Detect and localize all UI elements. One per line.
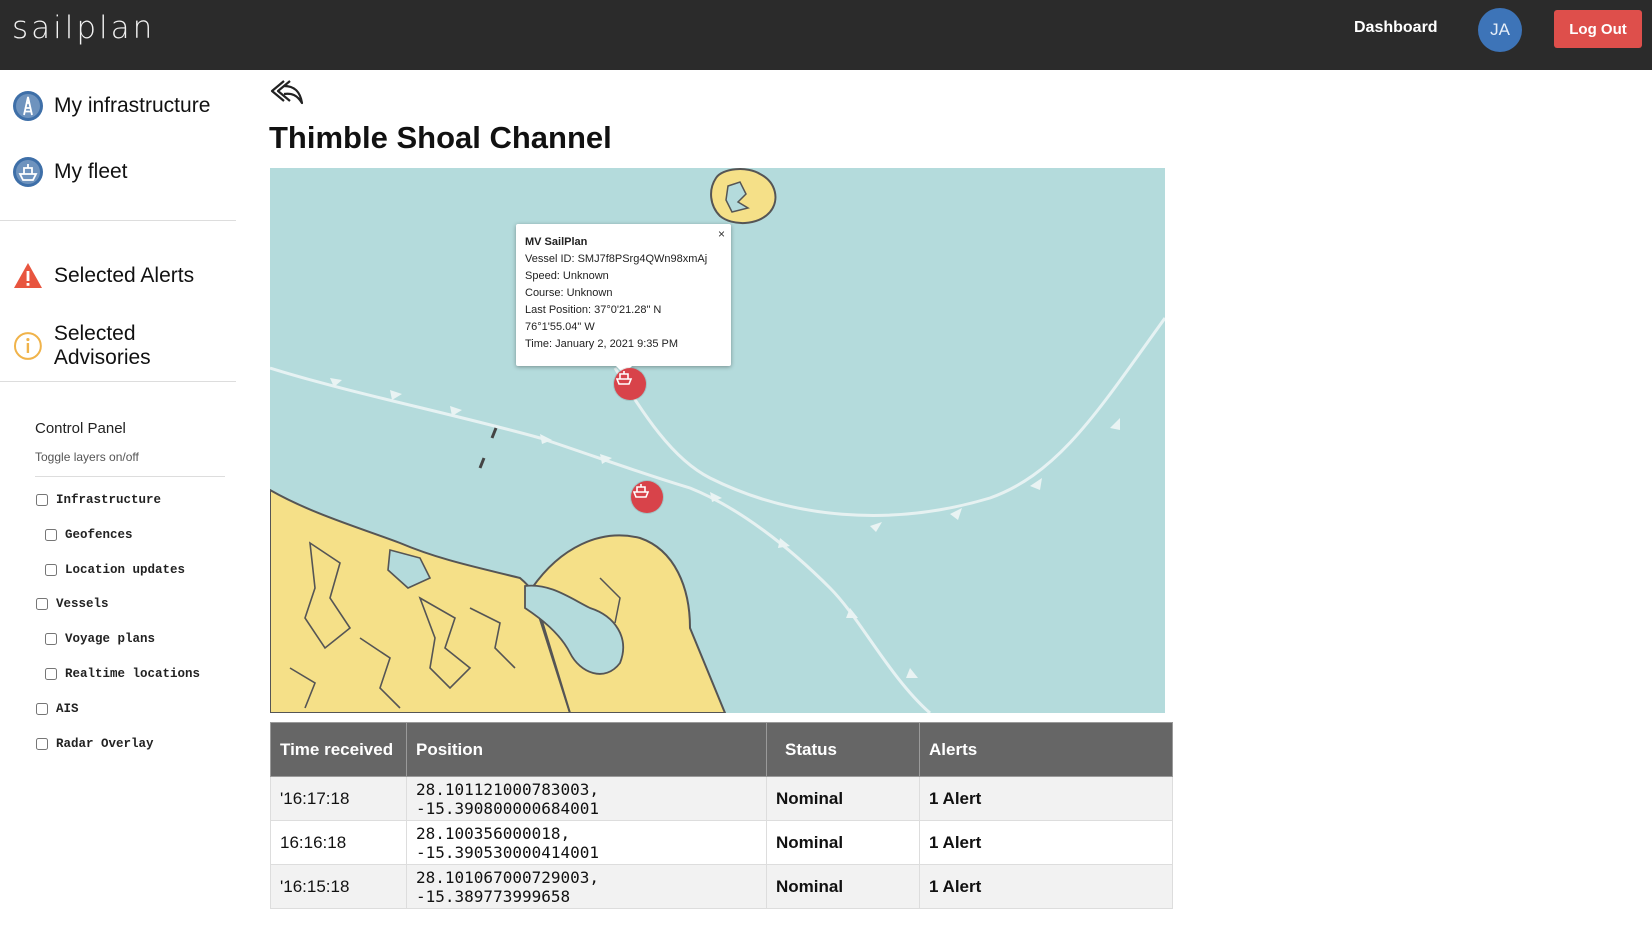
layer-label: Geofences xyxy=(65,528,133,542)
popup-last-position: Last Position: 37°0'21.28" N xyxy=(525,304,662,316)
layer-toggle-vessels[interactable]: Vessels xyxy=(36,597,109,611)
ship-icon xyxy=(632,484,650,498)
layer-toggle-radar-overlay[interactable]: Radar Overlay xyxy=(36,737,154,751)
cell-status: Nominal xyxy=(766,776,920,821)
sailplan-logo[interactable]: sailplan xyxy=(12,10,155,46)
layer-label: AIS xyxy=(56,702,79,716)
layer-label: Radar Overlay xyxy=(56,737,154,751)
popup-speed: Speed: Unknown xyxy=(525,270,609,282)
layer-label: Realtime locations xyxy=(65,667,201,681)
popup-course: Course: Unknown xyxy=(525,287,613,299)
page-title: Thimble Shoal Channel xyxy=(269,120,612,155)
warning-icon xyxy=(14,263,42,288)
table-row[interactable]: '16:15:18 28.101067000729003, -15.389773… xyxy=(270,864,1173,909)
logout-button[interactable]: Log Out xyxy=(1554,10,1642,48)
layer-label: Vessels xyxy=(56,597,109,611)
cell-time: '16:15:18 xyxy=(270,864,407,909)
cell-position: 28.101121000783003, -15.390800000684001 xyxy=(406,776,767,821)
popup-time: Time: January 2, 2021 9:35 PM xyxy=(525,338,679,350)
location-updates-table: Time received Position Status Alerts '16… xyxy=(270,722,1173,909)
layer-checkbox[interactable] xyxy=(45,564,57,576)
layer-toggle-infrastructure[interactable]: Infrastructure xyxy=(36,493,161,507)
layer-checkbox[interactable] xyxy=(45,633,57,645)
cell-time: 16:16:18 xyxy=(270,820,407,865)
table-row[interactable]: 16:16:18 28.100356000018, -15.3905300004… xyxy=(270,820,1173,865)
control-panel-subtitle: Toggle layers on/off xyxy=(35,450,139,464)
info-icon xyxy=(13,332,42,360)
control-panel-title: Control Panel xyxy=(35,420,126,437)
sidebar-item-selected-advisories[interactable]: Selected Advisories xyxy=(12,322,236,370)
layer-label: Voyage plans xyxy=(65,632,156,646)
layer-checkbox[interactable] xyxy=(45,529,57,541)
layer-toggle-ais[interactable]: AIS xyxy=(36,702,79,716)
column-header-alerts[interactable]: Alerts xyxy=(919,722,1173,777)
layer-checkbox[interactable] xyxy=(36,598,48,610)
dashboard-link[interactable]: Dashboard xyxy=(1354,19,1438,37)
user-avatar[interactable]: JA xyxy=(1478,8,1522,52)
cell-alerts[interactable]: 1 Alert xyxy=(919,776,1173,821)
column-header-status[interactable]: Status xyxy=(766,722,920,777)
oil-rig-icon xyxy=(13,91,43,121)
layer-toggle-geofences[interactable]: Geofences xyxy=(45,528,133,542)
popup-close-button[interactable]: × xyxy=(718,226,725,243)
control-panel-divider xyxy=(35,476,225,477)
table-header-row: Time received Position Status Alerts xyxy=(270,722,1173,777)
column-header-position[interactable]: Position xyxy=(406,722,767,777)
layer-toggle-voyage-plans[interactable]: Voyage plans xyxy=(45,632,155,646)
layer-toggle-location-updates[interactable]: Location updates xyxy=(45,563,185,577)
ship-icon xyxy=(13,157,43,187)
popup-vessel-name: MV SailPlan xyxy=(525,236,588,248)
ship-icon xyxy=(615,371,633,385)
cell-position: 28.100356000018, -15.390530000414001 xyxy=(406,820,767,865)
cell-time: '16:17:18 xyxy=(270,776,407,821)
layer-label: Location updates xyxy=(65,563,186,577)
layer-checkbox[interactable] xyxy=(45,668,57,680)
layer-checkbox[interactable] xyxy=(36,494,48,506)
sidebar-item-selected-alerts[interactable]: Selected Alerts xyxy=(12,260,194,292)
layer-toggle-realtime-locations[interactable]: Realtime locations xyxy=(45,667,200,681)
back-arrow-icon[interactable] xyxy=(270,78,304,106)
sidebar-item-label: My fleet xyxy=(54,160,128,183)
layer-checkbox[interactable] xyxy=(36,703,48,715)
cell-position: 28.101067000729003, -15.389773999658 xyxy=(406,864,767,909)
popup-vessel-id: Vessel ID: SMJ7f8PSrg4QWn98xmAj xyxy=(525,253,708,265)
vessel-popup: × MV SailPlan Vessel ID: SMJ7f8PSrg4QWn9… xyxy=(516,224,731,366)
sidebar-item-label: My infrastructure xyxy=(54,94,211,117)
cell-status: Nominal xyxy=(766,864,920,909)
sidebar-item-label: Selected Alerts xyxy=(54,264,195,287)
sidebar-divider xyxy=(0,381,236,382)
vessel-marker[interactable] xyxy=(614,368,646,400)
sidebar: My infrastructure My fleet Selected Aler… xyxy=(0,70,236,926)
table-row[interactable]: '16:17:18 28.101121000783003, -15.390800… xyxy=(270,776,1173,821)
map-view[interactable]: × MV SailPlan Vessel ID: SMJ7f8PSrg4QWn9… xyxy=(270,168,1165,713)
sidebar-item-label: Selected Advisories xyxy=(53,322,151,369)
top-bar: sailplan Dashboard JA Log Out xyxy=(0,0,1652,70)
column-header-time-received[interactable]: Time received xyxy=(270,722,407,777)
layer-checkbox[interactable] xyxy=(36,738,48,750)
layer-label: Infrastructure xyxy=(56,493,162,507)
cell-status: Nominal xyxy=(766,820,920,865)
cell-alerts[interactable]: 1 Alert xyxy=(919,820,1173,865)
sidebar-item-my-fleet[interactable]: My fleet xyxy=(12,156,128,188)
cell-alerts[interactable]: 1 Alert xyxy=(919,864,1173,909)
popup-last-position-lon: 76°1'55.04" W xyxy=(525,321,595,333)
sidebar-divider xyxy=(0,220,236,221)
sidebar-item-my-infrastructure[interactable]: My infrastructure xyxy=(12,90,210,122)
vessel-marker[interactable] xyxy=(631,481,663,513)
